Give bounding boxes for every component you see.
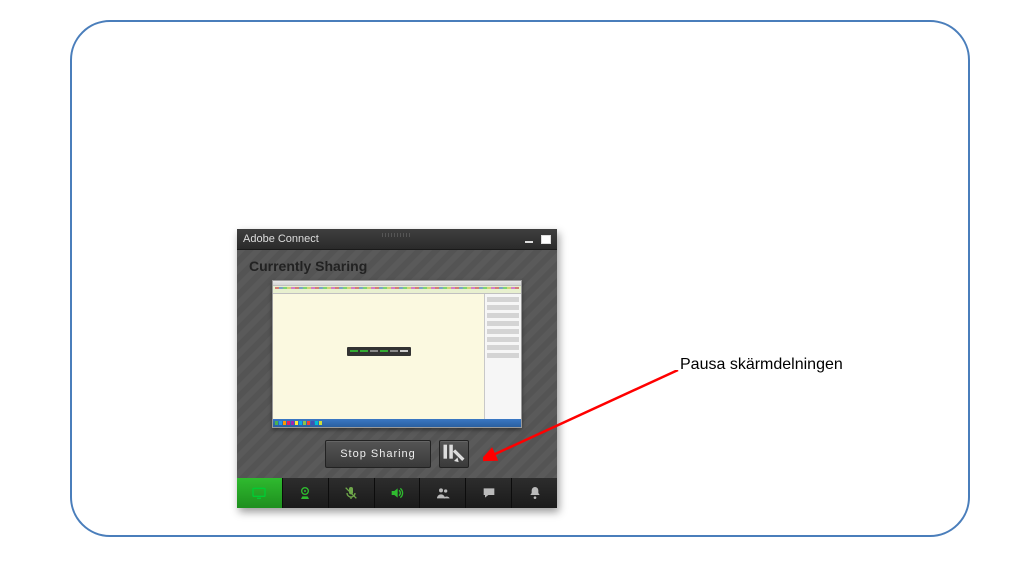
preview-sidepanel [484, 294, 521, 419]
chat-icon [481, 485, 497, 501]
attendees-tab[interactable] [420, 478, 466, 508]
chat-tab[interactable] [466, 478, 512, 508]
bottom-icon-strip [237, 478, 557, 508]
webcam-icon [297, 485, 313, 501]
screen-share-icon [251, 485, 267, 501]
stop-sharing-label: Stop Sharing [340, 448, 416, 460]
share-body: Currently Sharing [237, 250, 557, 478]
adobe-connect-panel: Adobe Connect Currently Sharing [237, 229, 557, 508]
speaker-tab[interactable] [375, 478, 421, 508]
microphone-muted-icon [343, 485, 359, 501]
stop-sharing-button[interactable]: Stop Sharing [325, 440, 431, 468]
preview-floating-toolbar [347, 347, 411, 356]
sharing-heading: Currently Sharing [249, 258, 547, 274]
shared-screen-preview [272, 280, 522, 428]
webcam-tab[interactable] [283, 478, 329, 508]
titlebar[interactable]: Adobe Connect [237, 229, 557, 250]
notifications-tab[interactable] [512, 478, 557, 508]
annotation-label: Pausa skärmdelningen [680, 356, 843, 374]
speaker-icon [389, 485, 405, 501]
microphone-tab[interactable] [329, 478, 375, 508]
notification-bell-icon [527, 485, 543, 501]
pause-annotate-button[interactable] [439, 440, 469, 468]
grip-icon [382, 233, 412, 237]
preview-taskbar [273, 419, 521, 427]
window-title: Adobe Connect [243, 233, 319, 245]
pause-annotate-icon [440, 440, 468, 468]
maximize-icon[interactable] [541, 235, 551, 244]
minimize-icon[interactable] [525, 241, 533, 243]
attendees-icon [435, 485, 451, 501]
preview-toolbar [273, 286, 521, 294]
screen-share-tab[interactable] [237, 478, 283, 508]
